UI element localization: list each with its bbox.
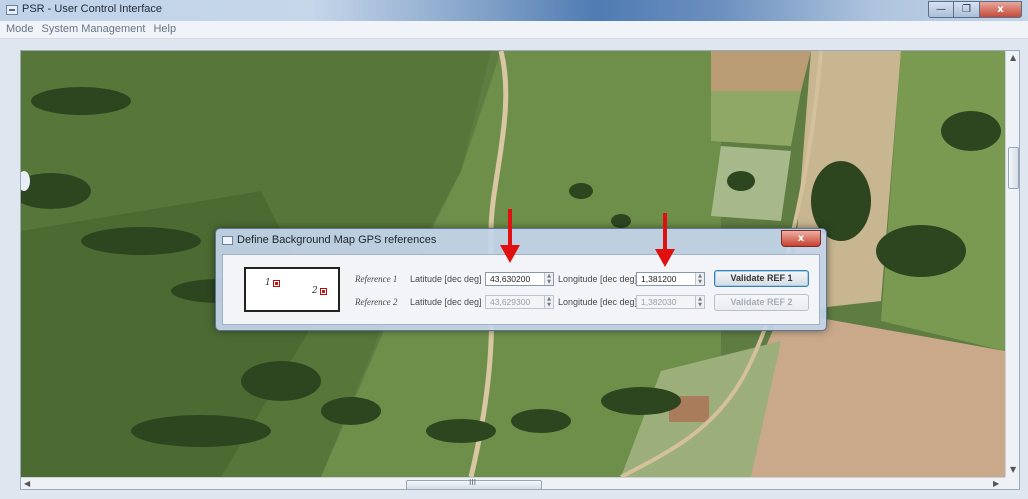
dialog-body: 1 2 Reference 1 Latitude [dec deg] ▲▼ Lo… (222, 254, 820, 325)
title-bar[interactable]: PSR - User Control Interface — ❐ x (0, 0, 1028, 21)
close-button[interactable]: x (980, 1, 1022, 18)
menu-mode[interactable]: Mode (4, 21, 40, 38)
red-arrow-latitude-icon (500, 209, 520, 263)
scroll-up-icon[interactable]: ▲ (1010, 53, 1016, 62)
ref1-latitude-input[interactable] (486, 273, 544, 285)
red-arrow-longitude-icon (655, 213, 675, 267)
ref1-longitude-input[interactable] (637, 273, 695, 285)
maximize-button[interactable]: ❐ (954, 1, 980, 18)
ref1-longitude-label: Longitude [dec deg] (558, 274, 638, 284)
vertical-scroll-thumb[interactable] (1008, 147, 1019, 189)
reference-preview: 1 2 (244, 267, 340, 312)
ref1-latitude-label: Latitude [dec deg] (410, 274, 482, 284)
dialog-title: Define Background Map GPS references (237, 234, 437, 246)
ref1-latitude-spin-icon[interactable]: ▲ ▼ (544, 273, 553, 285)
dialog-close-button[interactable]: x (781, 230, 821, 247)
app-window: PSR - User Control Interface — ❐ x Mode … (0, 0, 1028, 499)
ref2-longitude-input (637, 296, 695, 308)
scroll-left-icon[interactable]: ◀ (24, 479, 30, 488)
gps-reference-dialog: Define Background Map GPS references x 1… (215, 228, 827, 331)
scroll-corner (1005, 477, 1019, 489)
ref2-latitude-label: Latitude [dec deg] (410, 297, 482, 307)
window-title: PSR - User Control Interface (22, 3, 162, 15)
preview-point-1-label: 1 (265, 278, 271, 288)
ref1-longitude-spin-icon[interactable]: ▲ ▼ (695, 273, 704, 285)
menu-bar: Mode System Management Help (0, 21, 1028, 39)
ref2-longitude-label: Longitude [dec deg] (558, 297, 638, 307)
minimize-button[interactable]: — (928, 1, 954, 18)
scroll-right-icon[interactable]: ▶ (993, 479, 999, 488)
preview-point-2-label: 2 (312, 286, 318, 296)
ref2-latitude-spinbox: ▲▼ (485, 295, 554, 309)
reference-2-marker-icon (320, 288, 327, 295)
validate-ref1-button[interactable]: Validate REF 1 (714, 270, 809, 287)
horizontal-scroll-thumb[interactable]: III (406, 478, 542, 489)
menu-system-management[interactable]: System Management (40, 21, 152, 38)
ref2-longitude-spin-icon: ▲ ▼ (695, 296, 704, 308)
vertical-scrollbar[interactable]: ▲ ▼ (1005, 51, 1019, 477)
ref2-longitude-spinbox: ▲▼ (636, 295, 705, 309)
scroll-grip: III (469, 478, 477, 487)
horizontal-scrollbar[interactable]: ◀ III ▶ (21, 477, 1005, 489)
validate-ref2-button: Validate REF 2 (714, 294, 809, 311)
ref1-latitude-spinbox[interactable]: ▲▼ (485, 272, 554, 286)
app-icon (6, 5, 18, 15)
menu-help[interactable]: Help (151, 21, 182, 38)
dialog-app-icon (222, 236, 233, 245)
window-controls: — ❐ x (928, 1, 1022, 19)
ref2-latitude-input (486, 296, 544, 308)
ref2-latitude-spin-icon: ▲ ▼ (544, 296, 553, 308)
scroll-down-icon[interactable]: ▼ (1010, 465, 1016, 474)
reference-1-marker-icon (273, 280, 280, 287)
reference-2-label: Reference 2 (355, 297, 398, 307)
dialog-title-bar[interactable]: Define Background Map GPS references x (216, 229, 826, 253)
ref1-longitude-spinbox[interactable]: ▲▼ (636, 272, 705, 286)
reference-1-label: Reference 1 (355, 274, 398, 284)
